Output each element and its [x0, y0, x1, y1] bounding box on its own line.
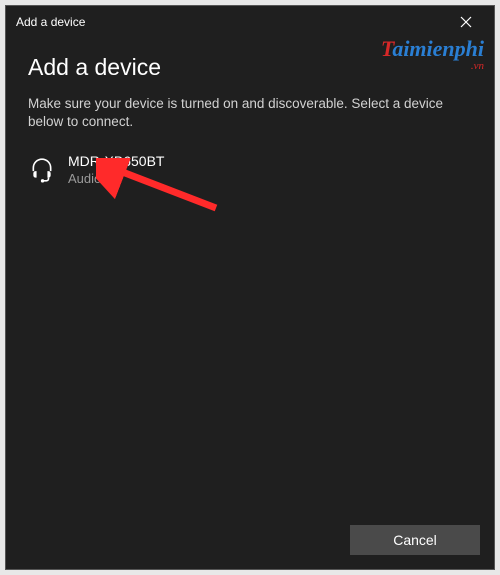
device-type: Audio — [68, 171, 164, 187]
titlebar: Add a device — [6, 6, 494, 38]
headset-icon — [28, 156, 56, 184]
page-title: Add a device — [28, 54, 472, 81]
close-icon — [460, 16, 472, 28]
device-text: MDR-XB650BT Audio — [68, 153, 164, 187]
dialog-footer: Cancel — [6, 515, 494, 569]
device-list-item[interactable]: MDR-XB650BT Audio — [28, 149, 472, 191]
add-device-dialog: Add a device Add a device Make sure your… — [5, 5, 495, 570]
close-button[interactable] — [446, 8, 486, 36]
titlebar-title: Add a device — [16, 15, 85, 29]
device-name: MDR-XB650BT — [68, 153, 164, 171]
dialog-content: Add a device Make sure your device is tu… — [6, 38, 494, 515]
instruction-text: Make sure your device is turned on and d… — [28, 95, 472, 131]
cancel-button[interactable]: Cancel — [350, 525, 480, 555]
